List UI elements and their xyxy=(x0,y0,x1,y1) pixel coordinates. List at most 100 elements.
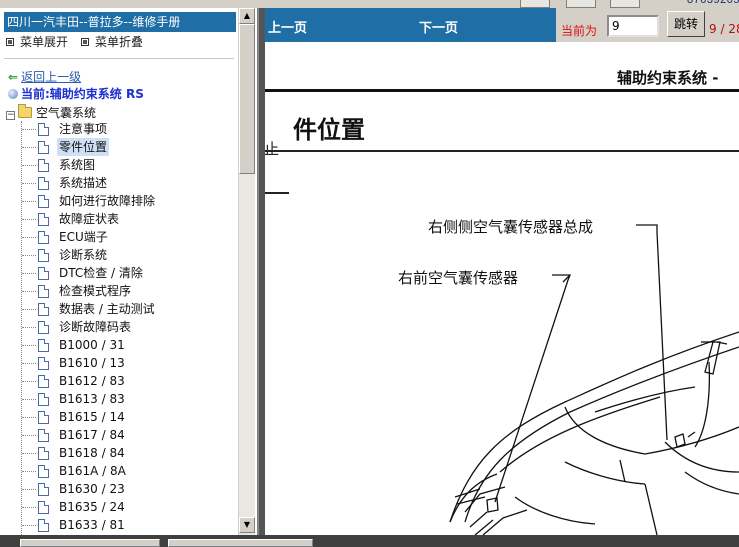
tree-item-label: B1617 / 84 xyxy=(59,428,125,442)
document-icon xyxy=(38,177,49,190)
tree-connector xyxy=(22,237,36,238)
toolbar-tab[interactable] xyxy=(610,0,640,8)
current-section-label: 当前:辅助约束系统 RS xyxy=(21,87,144,101)
menu-expand-button[interactable]: 菜单展开 xyxy=(6,34,68,50)
tree-connector xyxy=(22,165,36,166)
menu-collapse-label: 菜单折叠 xyxy=(95,35,144,49)
scrollbar-thumb[interactable] xyxy=(239,24,255,174)
jump-button[interactable]: 跳转 xyxy=(667,11,705,37)
page-count: 9 / 28 xyxy=(709,22,739,36)
tree-connector xyxy=(22,363,36,364)
prev-page-button[interactable]: 上一页 xyxy=(268,17,307,36)
tree-item[interactable]: B1635 / 24 xyxy=(0,498,238,516)
tree-connector xyxy=(22,219,36,220)
tree-connector xyxy=(22,183,36,184)
document-icon xyxy=(38,465,49,478)
tree-connector xyxy=(22,273,36,274)
document-icon xyxy=(38,303,49,316)
tree-connector xyxy=(22,309,36,310)
scroll-up-arrow-icon[interactable]: ▲ xyxy=(239,8,255,24)
scroll-down-arrow-icon[interactable]: ▼ xyxy=(239,517,255,533)
document-icon xyxy=(38,501,49,514)
document-title: 件位置 xyxy=(293,116,365,144)
frame-splitter[interactable] xyxy=(258,8,265,535)
sidebar-scrollbar[interactable]: ▲ ▼ xyxy=(238,8,255,535)
document-icon xyxy=(38,195,49,208)
tree-list: 注意事项 零件位置 系统图 系统描述 如何进行故障排除故障症状表 ECU端子诊断系统 DTC… xyxy=(0,120,238,534)
tree-item[interactable]: B1617 / 84 xyxy=(0,426,238,444)
tree-item[interactable]: B1633 / 81 xyxy=(0,516,238,534)
tree-connector xyxy=(22,255,36,256)
tree-item[interactable]: B1610 / 13 xyxy=(0,354,238,372)
tree-item-label: B1635 / 24 xyxy=(59,500,125,514)
current-page-label: 当前为 xyxy=(561,24,598,38)
tree-item[interactable]: DTC检查 / 清除 xyxy=(0,264,238,282)
document-icon xyxy=(38,141,49,154)
document-icon xyxy=(38,159,49,172)
title-fragment: 止 xyxy=(265,140,280,158)
tree-item[interactable]: B1000 / 31 xyxy=(0,336,238,354)
tree-item-label: DTC检查 / 清除 xyxy=(59,266,143,280)
page-controls: 当前为 跳转 9 / 28 xyxy=(556,8,739,42)
menu-collapse-button[interactable]: 菜单折叠 xyxy=(81,34,143,50)
document-icon xyxy=(38,231,49,244)
sidebar-title: 四川一汽丰田--普拉多--维修手册 xyxy=(4,12,236,32)
toolbar-tab[interactable] xyxy=(520,0,550,8)
sidebar-divider xyxy=(4,58,234,59)
tree-item[interactable]: B1613 / 83 xyxy=(0,390,238,408)
tree-item[interactable]: 零件位置 xyxy=(0,138,238,156)
tree-item[interactable]: B1618 / 84 xyxy=(0,444,238,462)
tree-item-label: B1633 / 81 xyxy=(59,518,125,532)
document-icon xyxy=(38,123,49,136)
tree-item[interactable]: B1615 / 14 xyxy=(0,408,238,426)
tree-item[interactable]: B1612 / 83 xyxy=(0,372,238,390)
document-icon xyxy=(38,447,49,460)
tree-item-label: 数据表 / 主动测试 xyxy=(59,302,155,316)
collapse-square-icon xyxy=(81,38,89,46)
bottom-status-strip xyxy=(0,535,739,547)
short-rule xyxy=(265,192,289,194)
document-icon xyxy=(38,411,49,424)
tree-item[interactable]: 系统图 xyxy=(0,156,238,174)
tree-item[interactable]: 系统描述 xyxy=(0,174,238,192)
bottom-tab[interactable] xyxy=(20,539,160,547)
tree-item[interactable]: B161A / 8A xyxy=(0,462,238,480)
bottom-tab[interactable] xyxy=(168,539,313,547)
tree-item-label: B1618 / 84 xyxy=(59,446,125,460)
tree-item[interactable]: ECU端子 xyxy=(0,228,238,246)
tree-item[interactable]: 故障症状表 xyxy=(0,210,238,228)
tree-connector xyxy=(22,471,36,472)
document-icon xyxy=(38,267,49,280)
tree-item[interactable]: 诊断故障码表 xyxy=(0,318,238,336)
tree-item-label: B1610 / 13 xyxy=(59,356,125,370)
tree-connector xyxy=(22,291,36,292)
page-number-input[interactable] xyxy=(607,15,659,37)
header-rule xyxy=(265,89,739,92)
tree-item-label: 检查模式程序 xyxy=(59,284,132,298)
tree-connector xyxy=(22,435,36,436)
tree-item[interactable]: B1630 / 23 xyxy=(0,480,238,498)
tree-item[interactable]: 检查模式程序 xyxy=(0,282,238,300)
document-icon xyxy=(38,285,49,298)
back-link[interactable]: ⇐ 返回上一级 xyxy=(8,68,81,85)
tree-item-label: 故障症状表 xyxy=(59,212,120,226)
tree-item-label: 零件位置 xyxy=(57,138,110,156)
document-icon xyxy=(38,213,49,226)
tree-item-label: 诊断故障码表 xyxy=(59,320,132,334)
open-folder-icon xyxy=(18,104,32,118)
next-page-button[interactable]: 下一页 xyxy=(419,17,458,36)
document-icon xyxy=(38,249,49,262)
page-nav-bar: 上一页 下一页 当前为 跳转 9 / 28 xyxy=(265,8,739,42)
tree-item[interactable]: 如何进行故障排除 xyxy=(0,192,238,210)
tree-item[interactable]: 诊断系统 xyxy=(0,246,238,264)
tree-item[interactable]: 注意事项 xyxy=(0,120,238,138)
tree-item[interactable]: 数据表 / 主动测试 xyxy=(0,300,238,318)
tree-connector xyxy=(22,327,36,328)
tree-connector xyxy=(22,399,36,400)
collapse-minus-icon[interactable]: − xyxy=(6,111,15,120)
toolbar-tab[interactable] xyxy=(566,0,596,8)
back-arrow-icon: ⇐ xyxy=(8,70,19,84)
current-sphere-icon xyxy=(8,89,18,99)
tree-item-label: B1000 / 31 xyxy=(59,338,125,352)
tree-item-label: ECU端子 xyxy=(59,230,108,244)
